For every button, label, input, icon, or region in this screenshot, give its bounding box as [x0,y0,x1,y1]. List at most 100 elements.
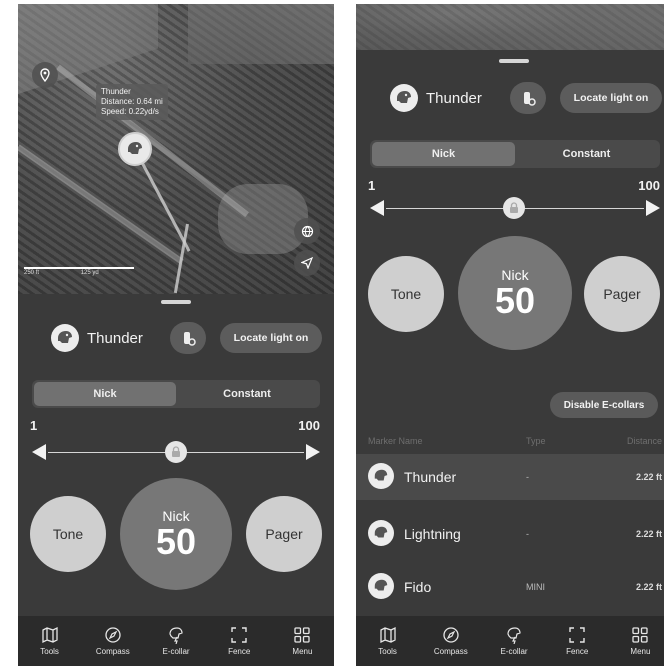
tab-ecollar[interactable]: E-collar [482,616,545,666]
dog-tooltip: Thunder Distance: 0.64 mi Speed: 0.22yd/… [96,84,168,120]
sheet-handle[interactable] [161,300,191,304]
dog-header: Thunder Locate light on [356,80,664,116]
marker-avatar [368,520,394,546]
dog-icon [374,469,388,481]
tab-compass[interactable]: Compass [419,616,482,666]
tab-label: E-collar [162,647,190,656]
map-clearing [218,184,308,254]
location-pin-button[interactable] [32,62,58,88]
range-min: 1 [368,178,376,193]
tab-label: Menu [630,647,651,656]
lock-icon [172,446,180,457]
marker-row[interactable]: Thunder - 2.22 ft [356,454,664,500]
dog-map-marker[interactable] [118,132,152,166]
pager-button[interactable]: Pager [584,256,660,332]
column-header-type: Type [526,436,546,446]
segment-constant[interactable]: Constant [515,142,658,166]
tone-button[interactable]: Tone [368,256,444,332]
dog-icon [128,142,142,154]
ecollar-icon [169,627,183,644]
column-header-marker-name: Marker Name [368,436,423,446]
tab-ecollar[interactable]: E-collar [144,616,207,666]
collar-settings-button[interactable] [510,82,546,114]
navigate-icon [301,257,313,269]
pager-button[interactable]: Pager [246,496,322,572]
tab-label: Fence [566,647,589,656]
range-max: 100 [298,418,320,433]
tab-tools[interactable]: Tools [356,616,419,666]
map-layers-button[interactable] [294,218,320,244]
dog-name: Thunder [87,330,143,347]
right-screen: Thunder Locate light on Nick Constant 1 … [356,4,664,666]
nick-button[interactable]: Nick 50 [120,478,232,590]
tab-fence[interactable]: Fence [546,616,609,666]
compass-icon [105,627,121,643]
tab-compass[interactable]: Compass [81,616,144,666]
tab-tools[interactable]: Tools [18,616,81,666]
marker-row[interactable]: Fido MINI 2.22 ft [356,564,664,610]
compass-icon [443,627,459,643]
sheet-handle[interactable] [499,59,529,63]
map-scale-bar [24,267,134,269]
dog-icon [397,91,411,103]
collar-settings-button[interactable] [170,322,206,354]
location-pin-icon [40,68,50,82]
decrease-arrow[interactable] [32,444,46,460]
marker-name: Fido [404,579,432,595]
tab-menu[interactable]: Menu [271,616,334,666]
tab-label: Fence [228,647,251,656]
mode-segmented-control: Nick Constant [370,140,660,168]
locate-light-button[interactable]: Locate light on [560,83,662,113]
segment-nick[interactable]: Nick [34,382,176,406]
map-clearing [188,4,334,64]
tab-bar: Tools Compass E-collar Fence Menu [18,616,334,666]
marker-avatar [368,573,394,599]
nick-button[interactable]: Nick 50 [458,236,572,350]
tab-fence[interactable]: Fence [208,616,271,666]
tab-label: Compass [433,647,468,656]
dog-icon [58,331,72,343]
marker-type: - [526,529,529,539]
disable-ecollars-button[interactable]: Disable E-collars [550,392,658,418]
dog-avatar [390,84,418,112]
lock-icon [510,202,518,213]
marker-row[interactable]: Lightning - 2.22 ft [356,511,664,557]
marker-distance: 2.22 ft [635,472,662,482]
globe-icon [301,225,313,237]
marker-name: Lightning [404,526,461,542]
range-min: 1 [30,418,38,433]
decrease-arrow[interactable] [370,200,384,216]
marker-type: MINI [526,582,545,592]
mode-segmented-control: Nick Constant [32,380,320,408]
marker-type: - [526,472,529,482]
recenter-button[interactable] [294,250,320,276]
increase-arrow[interactable] [646,200,660,216]
nick-value: 50 [494,280,536,321]
increase-arrow[interactable] [306,444,320,460]
locate-light-button[interactable]: Locate light on [220,323,322,353]
range-max: 100 [638,178,660,193]
level-slider-knob[interactable] [503,197,525,219]
dog-header: Thunder Locate light on [18,320,334,356]
map-icon [41,626,58,644]
collar-device-icon [184,332,196,346]
segment-constant[interactable]: Constant [176,382,318,406]
dog-icon [374,526,388,538]
nick-value: 50 [155,521,197,562]
collar-device-icon [524,92,536,106]
marker-avatar [368,463,394,489]
map-view[interactable]: Thunder Distance: 0.64 mi Speed: 0.22yd/… [18,4,334,294]
tab-label: Tools [378,647,397,656]
map-icon [379,626,396,644]
grid-icon [294,627,311,643]
segment-nick[interactable]: Nick [372,142,515,166]
tab-label: Compass [95,647,130,656]
tooltip-name: Thunder [101,87,131,96]
map-view[interactable] [356,4,664,50]
level-slider-knob[interactable] [165,441,187,463]
tab-menu[interactable]: Menu [609,616,664,666]
tooltip-speed: Speed: 0.22yd/s [101,107,159,116]
tone-button[interactable]: Tone [30,496,106,572]
column-header-distance: Distance [626,436,662,446]
map-scale: 250 ft 125 yd [24,267,134,276]
